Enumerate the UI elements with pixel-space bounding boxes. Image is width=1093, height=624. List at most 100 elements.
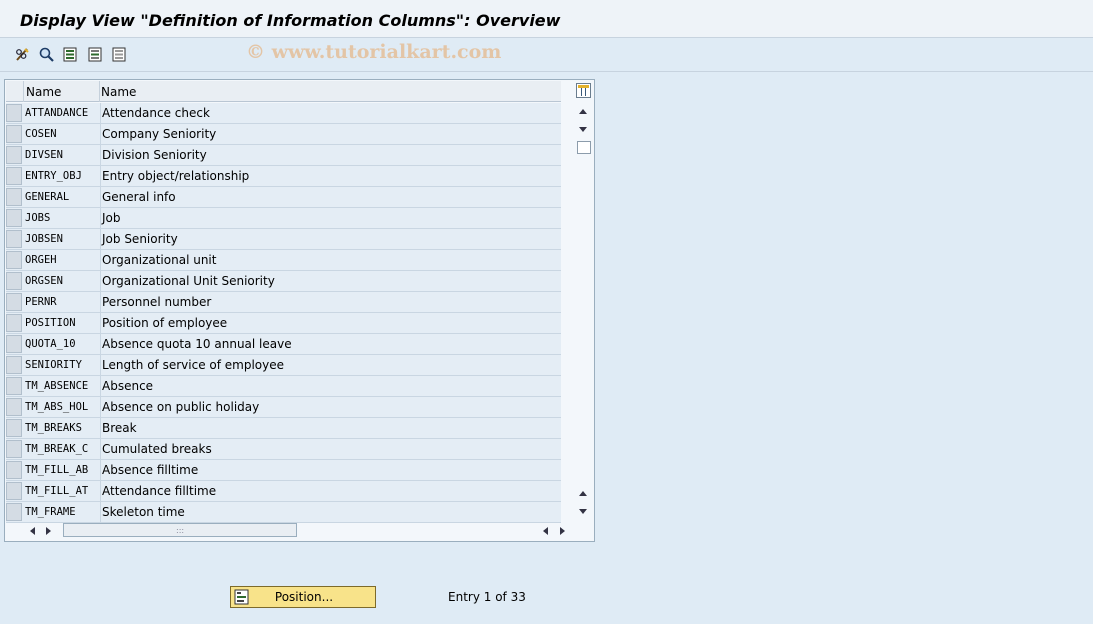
deselect-all-icon[interactable]	[111, 46, 128, 63]
cell-code: JOBSEN	[25, 229, 99, 249]
column-header-name-text[interactable]: Name	[101, 85, 136, 99]
table-row[interactable]: JOBSEN Job Seniority	[6, 229, 561, 250]
row-selector[interactable]	[6, 356, 22, 374]
grip-icon: :::	[176, 526, 185, 535]
cell-description: Absence on public holiday	[100, 397, 561, 417]
row-selector[interactable]	[6, 272, 22, 290]
scroll-page-down-icon[interactable]	[579, 509, 587, 514]
vertical-scrollbar[interactable]	[575, 81, 594, 521]
scroll-left-icon[interactable]	[30, 527, 35, 535]
table-row[interactable]: DIVSEN Division Seniority	[6, 145, 561, 166]
cell-description: Entry object/relationship	[100, 166, 561, 186]
cell-code: TM_BREAK_C	[25, 439, 99, 459]
horizontal-scroll-thumb[interactable]: :::	[63, 523, 297, 537]
row-selector[interactable]	[6, 419, 22, 437]
table-header: Name Name	[6, 81, 561, 102]
horizontal-scrollbar[interactable]: :::	[25, 522, 577, 539]
table-row[interactable]: TM_ABSENCE Absence	[6, 376, 561, 397]
cell-code: TM_ABS_HOL	[25, 397, 99, 417]
table-row[interactable]: COSEN Company Seniority	[6, 124, 561, 145]
row-selector[interactable]	[6, 230, 22, 248]
scroll-thumb[interactable]	[577, 141, 591, 154]
row-selector[interactable]	[6, 104, 22, 122]
select-block-icon[interactable]	[87, 46, 104, 63]
page-title: Display View "Definition of Information …	[20, 11, 561, 30]
table-row[interactable]: PERNR Personnel number	[6, 292, 561, 313]
table-row[interactable]: JOBS Job	[6, 208, 561, 229]
column-settings-icon[interactable]	[576, 83, 591, 98]
cell-code: GENERAL	[25, 187, 99, 207]
cell-description: Attendance check	[100, 103, 561, 123]
table-row[interactable]: TM_FILL_AB Absence filltime	[6, 460, 561, 481]
table-row[interactable]: TM_FILL_AT Attendance filltime	[6, 481, 561, 502]
cell-code: JOBS	[25, 208, 99, 228]
cell-code: QUOTA_10	[25, 334, 99, 354]
column-header-name-code[interactable]: Name	[26, 85, 61, 99]
cell-description: Absence	[100, 376, 561, 396]
scroll-page-up-icon[interactable]	[579, 491, 587, 496]
cell-code: ENTRY_OBJ	[25, 166, 99, 186]
row-selector[interactable]	[6, 503, 22, 521]
row-selector[interactable]	[6, 251, 22, 269]
table-row[interactable]: POSITION Position of employee	[6, 313, 561, 334]
display-change-icon[interactable]	[14, 46, 31, 63]
position-button-label: Position...	[274, 590, 334, 604]
row-selector[interactable]	[6, 209, 22, 227]
table-row[interactable]: TM_ABS_HOL Absence on public holiday	[6, 397, 561, 418]
find-icon[interactable]	[38, 46, 55, 63]
cell-description: Skeleton time	[100, 502, 561, 522]
cell-description: Personnel number	[100, 292, 561, 312]
scroll-far-right-icon[interactable]	[560, 527, 565, 535]
title-bar: Display View "Definition of Information …	[0, 0, 1093, 38]
scroll-right-icon[interactable]	[46, 527, 51, 535]
table-row[interactable]: QUOTA_10 Absence quota 10 annual leave	[6, 334, 561, 355]
cell-description: Company Seniority	[100, 124, 561, 144]
cell-description: Absence quota 10 annual leave	[100, 334, 561, 354]
row-selector[interactable]	[6, 482, 22, 500]
scroll-up-icon[interactable]	[579, 109, 587, 114]
row-selector[interactable]	[6, 125, 22, 143]
row-selector[interactable]	[6, 398, 22, 416]
table-row[interactable]: ATTANDANCE Attendance check	[6, 103, 561, 124]
select-all-icon[interactable]	[62, 46, 79, 63]
table-row[interactable]: TM_BREAKS Break	[6, 418, 561, 439]
select-all-rows-corner[interactable]	[6, 81, 24, 102]
row-selector[interactable]	[6, 314, 22, 332]
cell-description: Division Seniority	[100, 145, 561, 165]
table-row[interactable]: ORGSEN Organizational Unit Seniority	[6, 271, 561, 292]
table-row[interactable]: ENTRY_OBJ Entry object/relationship	[6, 166, 561, 187]
cell-description: Break	[100, 418, 561, 438]
row-selector[interactable]	[6, 146, 22, 164]
row-selector[interactable]	[6, 167, 22, 185]
cell-code: DIVSEN	[25, 145, 99, 165]
application-toolbar	[0, 39, 1093, 72]
cell-code: COSEN	[25, 124, 99, 144]
table-control: Name Name ATTANDANCE Attendance check COSE…	[4, 79, 595, 542]
scroll-far-left-icon[interactable]	[543, 527, 548, 535]
row-selector[interactable]	[6, 335, 22, 353]
cell-description: Organizational unit	[100, 250, 561, 270]
cell-code: TM_FILL_AB	[25, 460, 99, 480]
table-row[interactable]: TM_BREAK_C Cumulated breaks	[6, 439, 561, 460]
position-button[interactable]: Position...	[230, 586, 376, 608]
cell-code: TM_BREAKS	[25, 418, 99, 438]
cell-description: General info	[100, 187, 561, 207]
cell-description: Length of service of employee	[100, 355, 561, 375]
scroll-down-icon[interactable]	[579, 127, 587, 132]
row-selector[interactable]	[6, 188, 22, 206]
row-selector[interactable]	[6, 293, 22, 311]
cell-code: TM_FILL_AT	[25, 481, 99, 501]
cell-code: TM_FRAME	[25, 502, 99, 522]
table-row[interactable]: TM_FRAME Skeleton time	[6, 502, 561, 523]
row-selector[interactable]	[6, 461, 22, 479]
table-row[interactable]: SENIORITY Length of service of employee	[6, 355, 561, 376]
table-rows: ATTANDANCE Attendance check COSEN Company S…	[6, 103, 561, 523]
table-row[interactable]: GENERAL General info	[6, 187, 561, 208]
table-row[interactable]: ORGEH Organizational unit	[6, 250, 561, 271]
cell-code: PERNR	[25, 292, 99, 312]
cell-description: Position of employee	[100, 313, 561, 333]
row-selector[interactable]	[6, 377, 22, 395]
row-selector[interactable]	[6, 440, 22, 458]
watermark: © www.tutorialkart.com	[246, 41, 502, 63]
cell-description: Job	[100, 208, 561, 228]
